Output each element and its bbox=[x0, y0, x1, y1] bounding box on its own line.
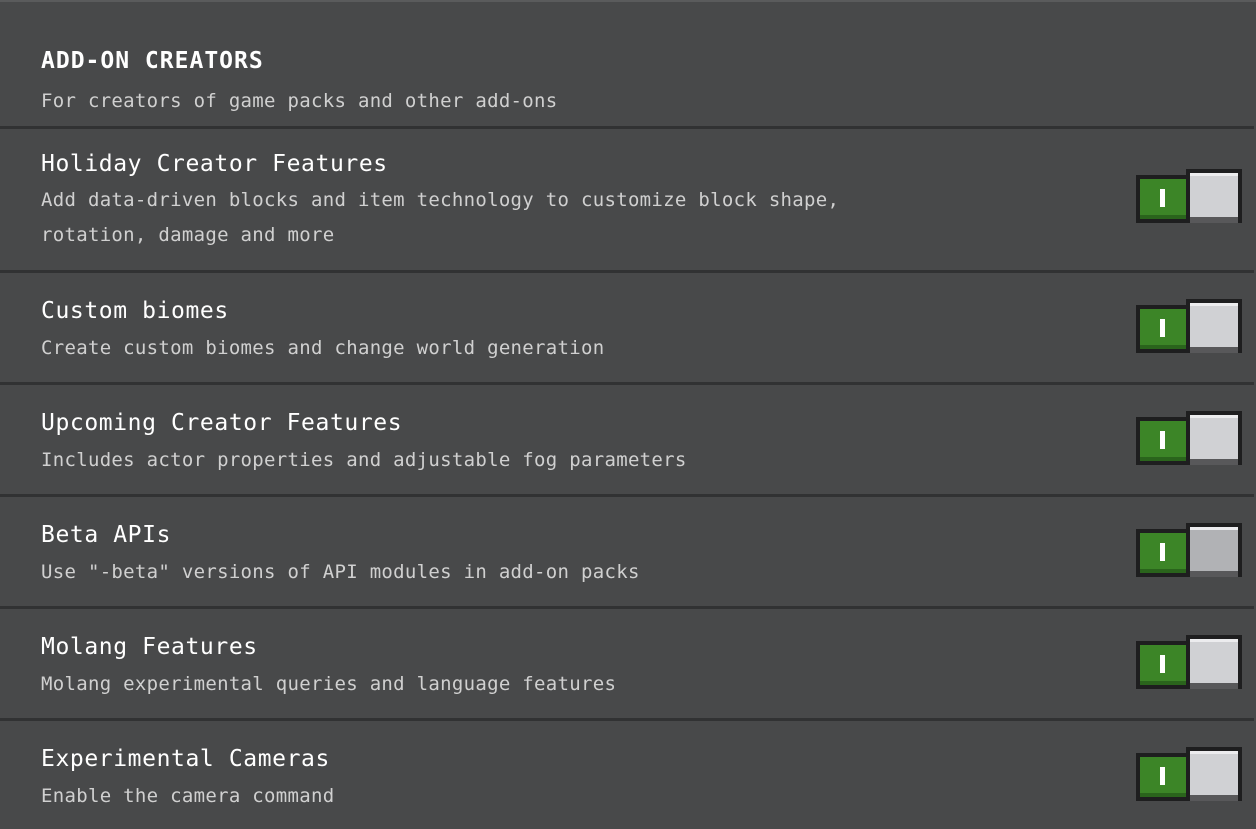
experiment-description: Enable the camera command bbox=[41, 785, 335, 807]
experimental-cameras-toggle[interactable] bbox=[1136, 747, 1242, 803]
toggle-knob-highlight bbox=[1190, 751, 1238, 754]
toggle-knob-highlight bbox=[1190, 303, 1238, 306]
toggle-knob bbox=[1190, 303, 1238, 353]
experiment-row-beta-apis: Beta APIs Use "-beta" versions of API mo… bbox=[0, 494, 1254, 610]
experiment-title: Beta APIs bbox=[41, 522, 172, 548]
toggle-knob bbox=[1190, 527, 1238, 577]
holiday-creator-features-toggle[interactable] bbox=[1136, 169, 1242, 225]
experiment-row-molang-features: Molang Features Molang experimental quer… bbox=[0, 606, 1254, 722]
toggle-knob-highlight bbox=[1190, 527, 1238, 530]
toggle-knob bbox=[1190, 751, 1238, 801]
experiment-title: Upcoming Creator Features bbox=[41, 410, 403, 436]
toggle-knob bbox=[1190, 173, 1238, 223]
experiment-row-upcoming-creator-features: Upcoming Creator Features Includes actor… bbox=[0, 382, 1254, 498]
toggle-on-indicator-icon bbox=[1160, 319, 1165, 337]
experiments-panel: ADD-ON CREATORS For creators of game pac… bbox=[0, 0, 1256, 829]
custom-biomes-toggle[interactable] bbox=[1136, 299, 1242, 355]
experiment-description: Use "-beta" versions of API modules in a… bbox=[41, 561, 640, 583]
toggle-knob bbox=[1190, 415, 1238, 465]
experiment-title: Holiday Creator Features bbox=[41, 151, 388, 177]
toggle-on-indicator-icon bbox=[1160, 431, 1165, 449]
experiment-description: Molang experimental queries and language… bbox=[41, 673, 617, 695]
experiment-row-experimental-cameras: Experimental Cameras Enable the camera c… bbox=[0, 718, 1254, 829]
toggle-on-indicator-icon bbox=[1160, 189, 1165, 207]
experiment-title: Molang Features bbox=[41, 634, 258, 660]
toggle-knob-highlight bbox=[1190, 415, 1238, 418]
experiment-title: Experimental Cameras bbox=[41, 746, 330, 772]
section-subtitle: For creators of game packs and other add… bbox=[41, 90, 558, 112]
beta-apis-toggle[interactable] bbox=[1136, 523, 1242, 579]
section-title: ADD-ON CREATORS bbox=[41, 48, 264, 74]
toggle-knob-highlight bbox=[1190, 639, 1238, 642]
toggle-on-indicator-icon bbox=[1160, 655, 1165, 673]
toggle-knob-highlight bbox=[1190, 173, 1238, 176]
toggle-knob bbox=[1190, 639, 1238, 689]
molang-features-toggle[interactable] bbox=[1136, 635, 1242, 691]
toggle-on-indicator-icon bbox=[1160, 767, 1165, 785]
upcoming-creator-features-toggle[interactable] bbox=[1136, 411, 1242, 467]
experiment-title: Custom biomes bbox=[41, 298, 229, 324]
experiment-description: Create custom biomes and change world ge… bbox=[41, 337, 605, 359]
experiment-description: Add data-driven blocks and item technolo… bbox=[41, 189, 840, 246]
experiment-row-holiday-creator-features: Holiday Creator Features Add data-driven… bbox=[0, 126, 1254, 274]
experiment-description: Includes actor properties and adjustable… bbox=[41, 449, 687, 471]
section-header: ADD-ON CREATORS For creators of game pac… bbox=[0, 2, 1256, 126]
experiment-row-custom-biomes: Custom biomes Create custom biomes and c… bbox=[0, 270, 1254, 386]
toggle-on-indicator-icon bbox=[1160, 543, 1165, 561]
